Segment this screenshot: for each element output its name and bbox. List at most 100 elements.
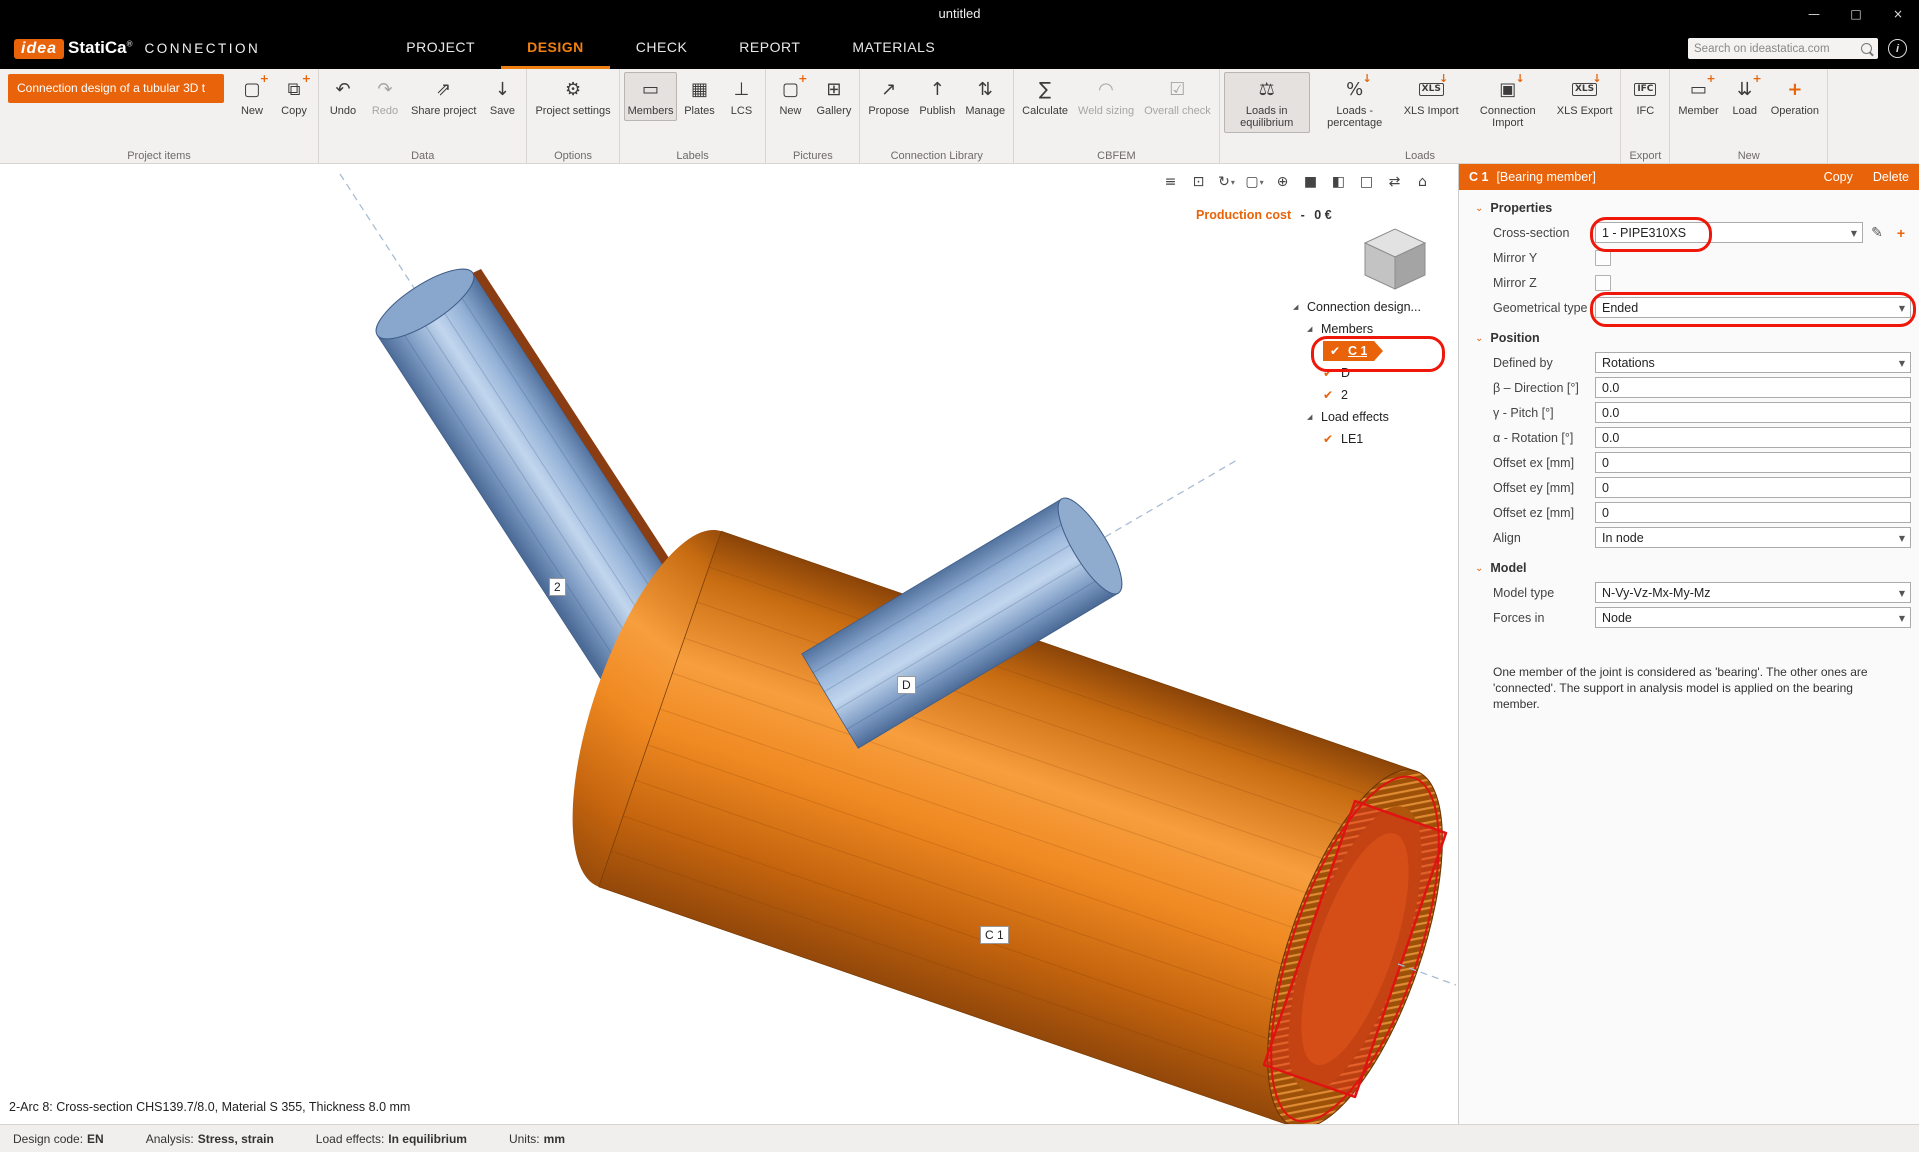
ribbon-lcs-toggle[interactable]: ⊥ LCS bbox=[721, 72, 761, 121]
tree-item-2[interactable]: ✔ 2 bbox=[1293, 384, 1453, 406]
ribbon-project-settings-button[interactable]: ⚙ Project settings bbox=[531, 72, 614, 121]
offset-ey-input[interactable]: 0 bbox=[1595, 477, 1911, 498]
minimize-button[interactable]: — bbox=[1793, 0, 1835, 28]
ribbon-new-operation-button[interactable]: + Operation bbox=[1767, 72, 1823, 121]
add-cross-section-icon[interactable]: + bbox=[1891, 225, 1911, 241]
checkmark-icon[interactable]: ✔ bbox=[1323, 388, 1336, 402]
ribbon-new-member-button[interactable]: ▭+ Member bbox=[1674, 72, 1722, 121]
tree-expand-icon[interactable]: ◢ bbox=[1293, 303, 1302, 311]
ribbon-copy-project-button[interactable]: ⧉+ Copy bbox=[274, 72, 314, 121]
ribbon-new-project-button[interactable]: ▢+ New bbox=[232, 72, 272, 121]
tree-item-c1-selected[interactable]: ✔ C 1 bbox=[1323, 341, 1374, 361]
cross-section-select[interactable]: 1 - PIPE310XS ▼ bbox=[1595, 222, 1863, 243]
tab-design[interactable]: DESIGN bbox=[501, 28, 610, 69]
tab-report[interactable]: REPORT bbox=[713, 28, 826, 69]
row-beta-direction: β – Direction [°] 0.0 bbox=[1459, 375, 1919, 400]
defined-by-select[interactable]: Rotations▼ bbox=[1595, 352, 1911, 373]
forces-in-select[interactable]: Node▼ bbox=[1595, 607, 1911, 628]
ribbon-new-picture-button[interactable]: ▢+ New bbox=[770, 72, 810, 121]
member-tag-2[interactable]: 2 bbox=[549, 578, 566, 596]
panel-copy-button[interactable]: Copy bbox=[1824, 170, 1853, 184]
section-model[interactable]: ⌄ Model bbox=[1459, 550, 1919, 580]
copy-project-icon: ⧉+ bbox=[278, 76, 310, 103]
member-tag-c1[interactable]: C 1 bbox=[980, 926, 1009, 944]
gamma-pitch-input[interactable]: 0.0 bbox=[1595, 402, 1911, 423]
ribbon-members-toggle[interactable]: ▭ Members bbox=[624, 72, 678, 121]
ribbon-plates-toggle[interactable]: ▦ Plates bbox=[679, 72, 719, 121]
info-icon[interactable]: i bbox=[1888, 39, 1907, 58]
ribbon-redo-button[interactable]: ↷ Redo bbox=[365, 72, 405, 121]
ribbon-manage-button[interactable]: ⇅ Manage bbox=[961, 72, 1009, 121]
navigation-cube[interactable] bbox=[1354, 220, 1436, 294]
home-view-icon[interactable]: ⌂ bbox=[1411, 172, 1434, 192]
tree-item-le1[interactable]: ✔ LE1 bbox=[1293, 428, 1453, 450]
ribbon-gallery-button[interactable]: ⊞ Gallery bbox=[812, 72, 855, 121]
ribbon-new-load-button[interactable]: ⇊+ Load bbox=[1725, 72, 1765, 121]
shaded-view-icon[interactable]: ◧ bbox=[1327, 172, 1350, 192]
chevron-down-icon: ⌄ bbox=[1475, 563, 1483, 574]
align-select[interactable]: In node▼ bbox=[1595, 527, 1911, 548]
tab-project[interactable]: PROJECT bbox=[380, 28, 501, 69]
ribbon-propose-button[interactable]: ↗ Propose bbox=[864, 72, 913, 121]
ribbon-loads-in-equilibrium-toggle[interactable]: ⚖ Loads in equilibrium bbox=[1224, 72, 1310, 133]
offset-ez-input[interactable]: 0 bbox=[1595, 502, 1911, 523]
tree-item-c1[interactable]: ✔ C 1 bbox=[1293, 340, 1453, 362]
panel-delete-button[interactable]: Delete bbox=[1873, 170, 1909, 184]
section-position[interactable]: ⌄ Position bbox=[1459, 320, 1919, 350]
solid-view-icon[interactable]: ■ bbox=[1299, 172, 1322, 192]
ribbon-overall-check-button[interactable]: ☑ Overall check bbox=[1140, 72, 1215, 121]
ribbon-ifc-export-button[interactable]: IFC IFC bbox=[1625, 72, 1665, 121]
ribbon-group-connection-library: ↗ Propose ↑ Publish ⇅ Manage Connection … bbox=[860, 69, 1014, 163]
tree-expand-icon[interactable]: ◢ bbox=[1307, 325, 1316, 333]
ribbon-calculate-button[interactable]: ∑ Calculate bbox=[1018, 72, 1072, 121]
3d-scene[interactable] bbox=[0, 164, 1458, 1124]
offset-ex-input[interactable]: 0 bbox=[1595, 452, 1911, 473]
geometrical-type-select[interactable]: Ended ▼ bbox=[1595, 297, 1911, 318]
orbit-icon[interactable]: ↻▾ bbox=[1215, 172, 1238, 192]
status-analysis: Analysis:Stress, strain bbox=[146, 1132, 274, 1146]
ribbon-xls-import-button[interactable]: XLS↓ XLS Import bbox=[1400, 72, 1463, 133]
ribbon-connection-import-button[interactable]: ▣↓ Connection Import bbox=[1465, 72, 1551, 133]
model-type-select[interactable]: N-Vy-Vz-Mx-My-Mz▼ bbox=[1595, 582, 1911, 603]
beta-direction-input[interactable]: 0.0 bbox=[1595, 377, 1911, 398]
project-type-button[interactable]: Connection design of a tubular 3D t bbox=[8, 74, 224, 103]
member-tag-d[interactable]: D bbox=[897, 676, 916, 694]
search-placeholder: Search on ideastatica.com bbox=[1694, 43, 1861, 55]
tab-materials[interactable]: MATERIALS bbox=[826, 28, 961, 69]
search-input[interactable]: Search on ideastatica.com bbox=[1688, 38, 1878, 59]
ribbon-share-project-button[interactable]: ⇗ Share project bbox=[407, 72, 480, 121]
checkmark-icon[interactable]: ✔ bbox=[1323, 366, 1336, 380]
ribbon-xls-export-button[interactable]: XLS↓ XLS Export bbox=[1553, 72, 1617, 133]
mirror-z-checkbox[interactable] bbox=[1595, 275, 1611, 291]
ribbon-weld-sizing-button[interactable]: ◠ Weld sizing bbox=[1074, 72, 1138, 121]
checkmark-icon[interactable]: ✔ bbox=[1323, 432, 1336, 446]
ribbon-group-loads: ⚖ Loads in equilibrium %↓ Loads - percen… bbox=[1220, 69, 1622, 163]
ribbon-save-button[interactable]: ↓ Save bbox=[482, 72, 522, 121]
tab-check[interactable]: CHECK bbox=[610, 28, 714, 69]
close-button[interactable]: × bbox=[1877, 0, 1919, 28]
fit-view-icon[interactable]: ⊡ bbox=[1187, 172, 1210, 192]
zoom-extents-icon[interactable]: ⊕ bbox=[1271, 172, 1294, 192]
edit-cross-section-icon[interactable]: ✎ bbox=[1867, 224, 1887, 241]
section-properties[interactable]: ⌄ Properties bbox=[1459, 190, 1919, 220]
alpha-rotation-input[interactable]: 0.0 bbox=[1595, 427, 1911, 448]
wireframe-view-icon[interactable]: □ bbox=[1355, 172, 1378, 192]
checkmark-icon[interactable]: ✔ bbox=[1330, 344, 1343, 358]
select-mode-icon[interactable]: ▢▾ bbox=[1243, 172, 1266, 192]
maximize-button[interactable]: □ bbox=[1835, 0, 1877, 28]
chevron-down-icon: ▼ bbox=[1899, 298, 1905, 318]
tree-group-load-effects[interactable]: ◢ Load effects bbox=[1293, 406, 1453, 428]
section-view-icon[interactable]: ≡ bbox=[1159, 172, 1182, 192]
ribbon-publish-button[interactable]: ↑ Publish bbox=[915, 72, 959, 121]
ribbon-loads-percentage-button[interactable]: %↓ Loads - percentage bbox=[1312, 72, 1398, 133]
mirror-view-icon[interactable]: ⇄ bbox=[1383, 172, 1406, 192]
3d-viewport[interactable]: 2 D C 1 ≡ ⊡ ↻▾ ▢▾ ⊕ ■ ◧ □ ⇄ ⌂ Production… bbox=[0, 164, 1458, 1124]
tree-group-members[interactable]: ◢ Members bbox=[1293, 318, 1453, 340]
group-label-cbfem: CBFEM bbox=[1014, 150, 1219, 162]
ribbon-undo-button[interactable]: ↶ Undo bbox=[323, 72, 363, 121]
mirror-y-checkbox[interactable] bbox=[1595, 250, 1611, 266]
tree-expand-icon[interactable]: ◢ bbox=[1307, 413, 1316, 421]
tree-root-connection-design[interactable]: ◢ Connection design... bbox=[1293, 296, 1453, 318]
production-cost[interactable]: Production cost - 0 € bbox=[1196, 208, 1332, 222]
tree-item-d[interactable]: ✔ D bbox=[1293, 362, 1453, 384]
